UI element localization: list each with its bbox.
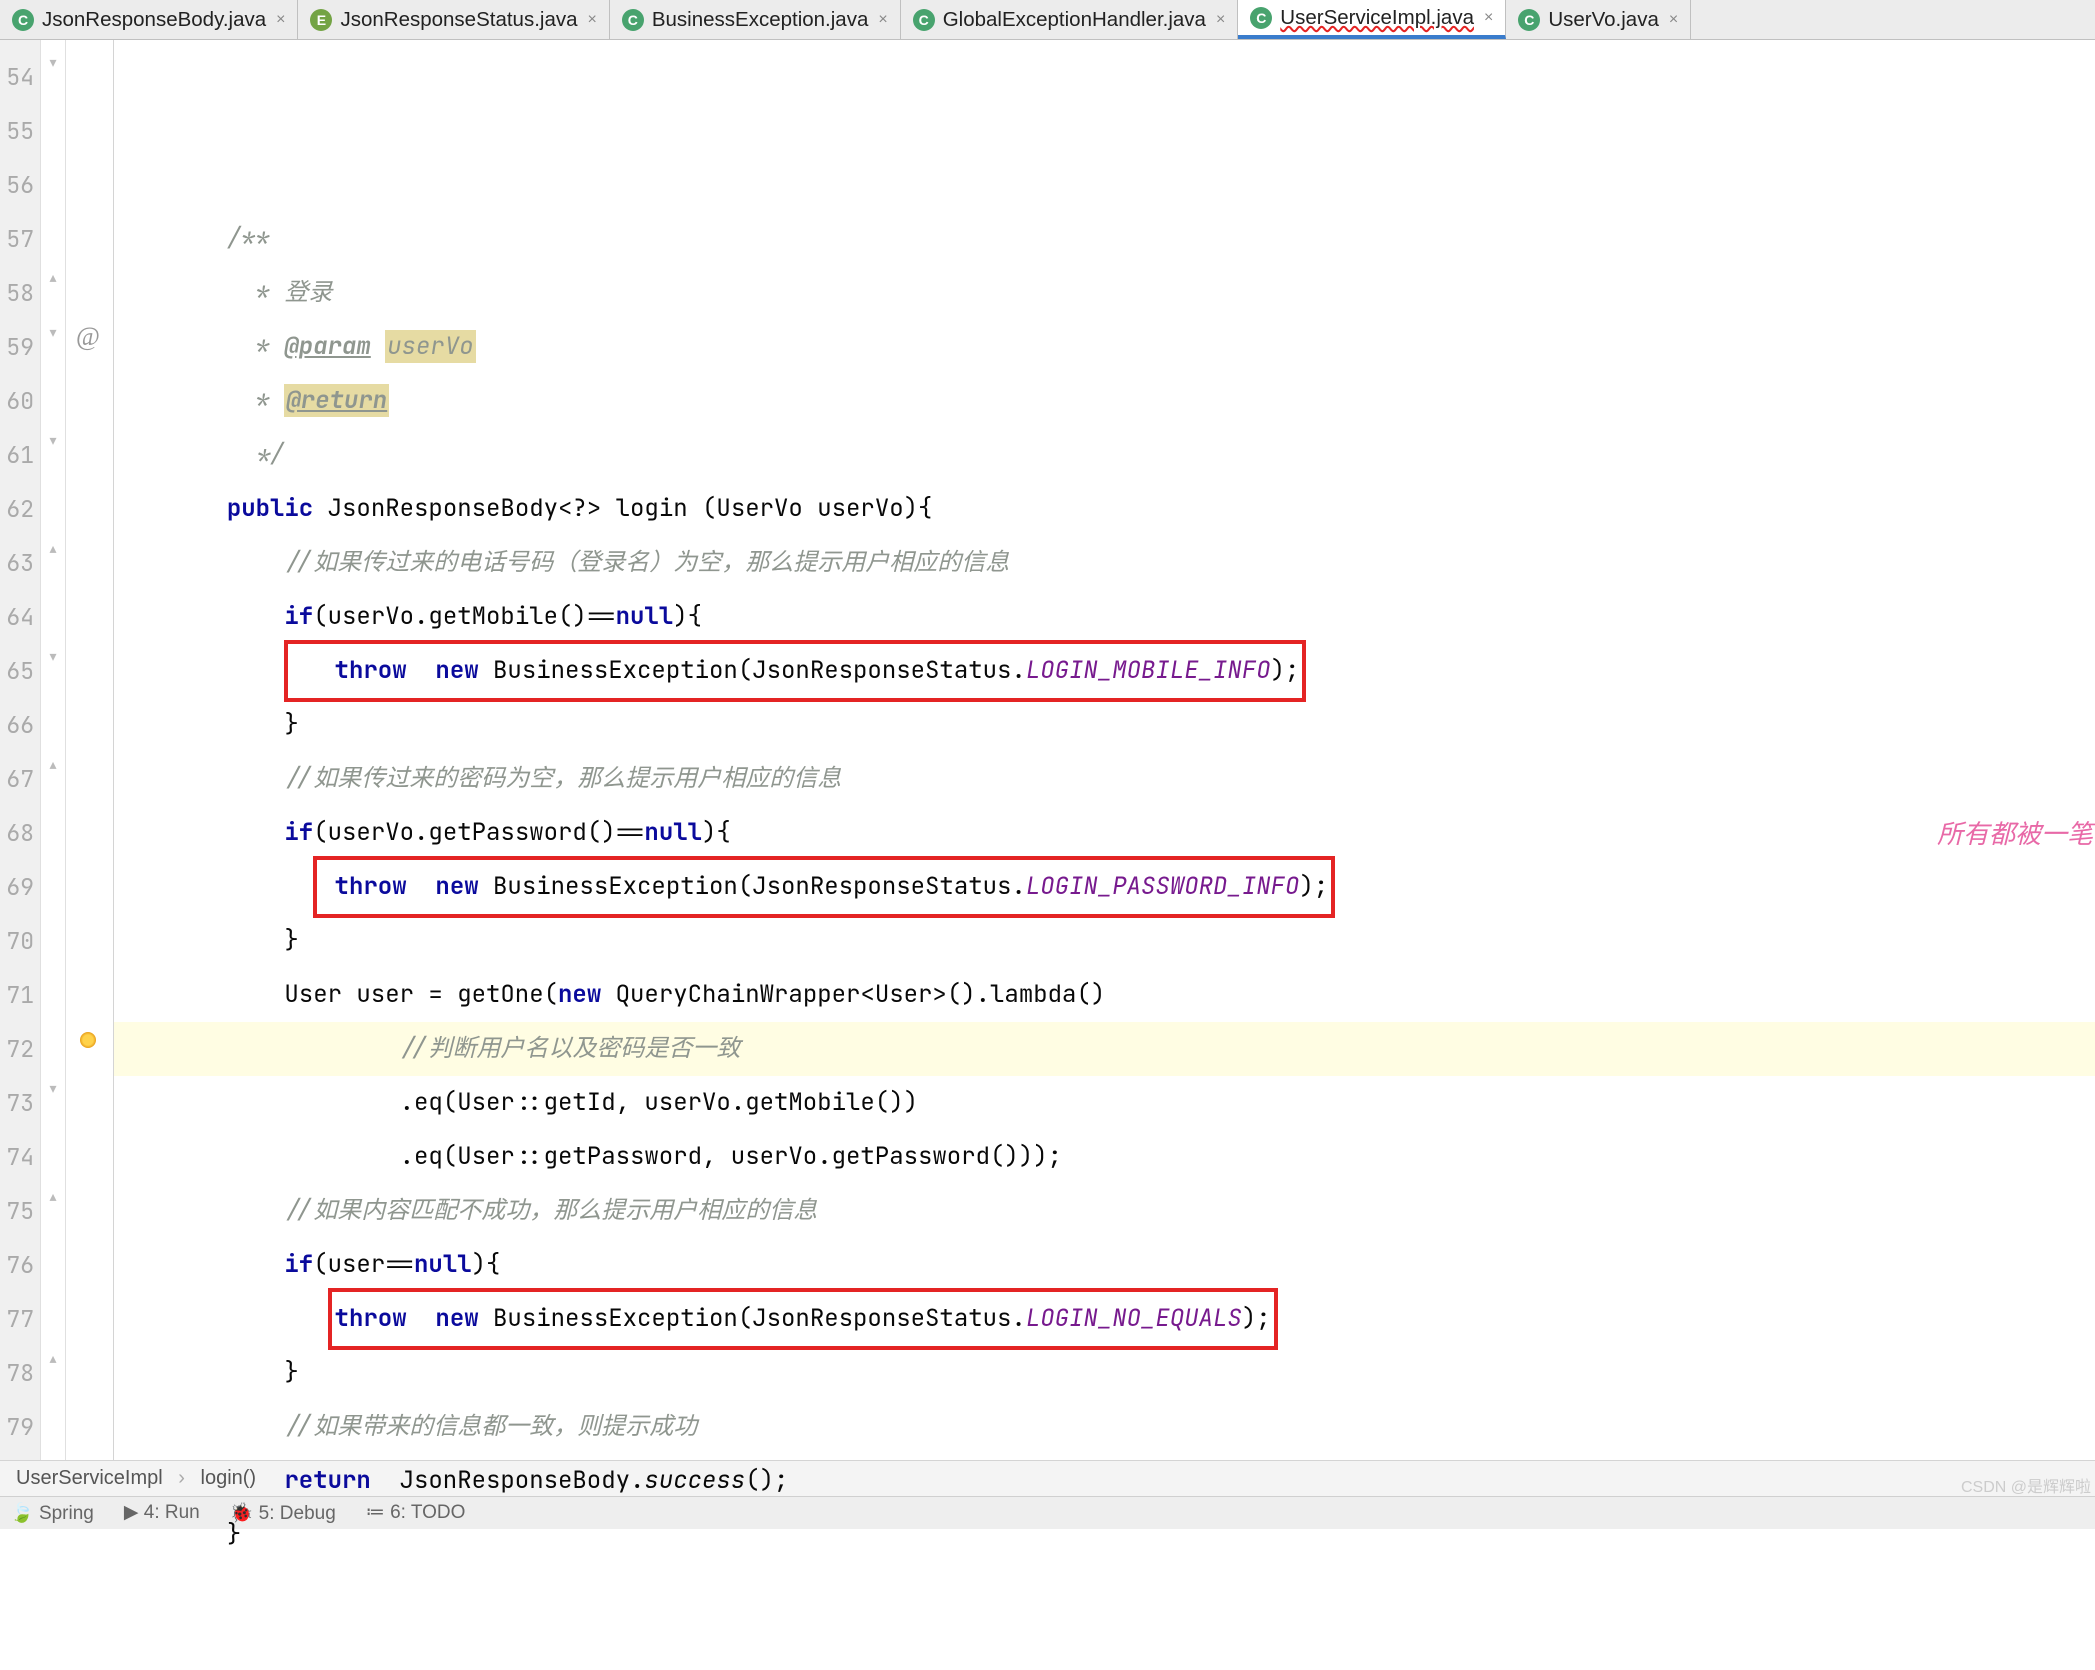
bulb-icon[interactable] (80, 1032, 96, 1048)
file-type-icon: C (1250, 7, 1272, 29)
code-line: /** (126, 223, 270, 254)
close-icon[interactable]: × (1216, 11, 1225, 29)
annotation-note: 所有都被一笔 (1937, 808, 2093, 862)
close-icon[interactable]: × (1484, 9, 1493, 27)
fold-icon[interactable]: ▾ (45, 324, 61, 340)
fold-icon[interactable]: ▴ (45, 540, 61, 556)
file-type-icon: E (310, 9, 332, 31)
code-line (126, 1573, 140, 1604)
close-icon[interactable]: × (878, 11, 887, 29)
code-line: .eq(User::getPassword, userVo.getPasswor… (126, 1141, 1062, 1172)
tab-label: UserServiceImpl.java (1280, 6, 1474, 30)
file-type-icon: C (12, 9, 34, 31)
code-line: //判断用户名以及密码是否一致 (126, 1033, 740, 1064)
code-line: */ (126, 439, 284, 470)
code-editor[interactable]: 所有都被一笔 /** * 登录 * @param userVo * @retur… (114, 40, 2095, 1460)
code-line: } (126, 925, 299, 956)
fold-icon[interactable]: ▾ (45, 54, 61, 70)
close-icon[interactable]: × (1669, 11, 1678, 29)
code-line: if(userVo.getMobile()==null){ (126, 601, 702, 632)
code-line: if(userVo.getPassword()==null){ (126, 817, 731, 848)
code-line: return JsonResponseBody.success(); (126, 1465, 788, 1496)
editor-tab[interactable]: C UserVo.java × (1506, 0, 1691, 39)
code-line: * 登录 (126, 277, 332, 308)
code-line: * @param userVo (126, 330, 476, 363)
tab-label: JsonResponseStatus.java (340, 8, 577, 32)
tab-label: UserVo.java (1548, 8, 1659, 32)
tab-label: BusinessException.java (652, 8, 869, 32)
tab-label: GlobalExceptionHandler.java (943, 8, 1206, 32)
fold-column: ▾ ▴ ▾ ▾ ▴ ▾ ▴ ▾ ▴ ▴ (40, 40, 66, 1460)
line-gutter: 5455565758596061626364656667686970717273… (0, 40, 40, 1460)
gutter-icons: @ (66, 40, 114, 1460)
fold-icon[interactable]: ▴ (45, 1350, 61, 1366)
code-line: //如果传过来的密码为空，那么提示用户相应的信息 (126, 763, 841, 794)
code-line: * @return (126, 384, 389, 417)
code-line: //如果传过来的电话号码（登录名）为空，那么提示用户相应的信息 (126, 547, 1009, 578)
watermark: CSDN @是辉辉啦 (1961, 1473, 2091, 1497)
editor-tab[interactable]: C GlobalExceptionHandler.java × (901, 0, 1239, 39)
editor-tab[interactable]: C JsonResponseBody.java × (0, 0, 298, 39)
file-type-icon: C (913, 9, 935, 31)
tab-label: JsonResponseBody.java (42, 8, 266, 32)
code-line: //如果内容匹配不成功，那么提示用户相应的信息 (126, 1195, 817, 1226)
fold-icon[interactable]: ▾ (45, 648, 61, 664)
file-type-icon: C (622, 9, 644, 31)
code-line: throw new BusinessException(JsonResponse… (126, 655, 1306, 686)
editor-tabs: C JsonResponseBody.java × E JsonResponseStat… (0, 0, 2095, 40)
code-line: //如果带来的信息都一致，则提示成功 (126, 1411, 697, 1442)
code-line: throw new BusinessException(JsonResponse… (126, 1303, 1278, 1334)
fold-icon[interactable]: ▴ (45, 1188, 61, 1204)
editor-tab[interactable]: E JsonResponseStatus.java × (298, 0, 609, 39)
editor-area: 5455565758596061626364656667686970717273… (0, 40, 2095, 1460)
highlight-box: throw new BusinessException(JsonResponse… (284, 640, 1306, 702)
close-icon[interactable]: × (588, 11, 597, 29)
editor-tab[interactable]: C BusinessException.java × (610, 0, 901, 39)
highlight-box: throw new BusinessException(JsonResponse… (313, 856, 1335, 918)
code-line: User user = getOne(new QueryChainWrapper… (126, 979, 1105, 1010)
code-line: .eq(User::getId, userVo.getMobile()) (126, 1087, 918, 1118)
code-line: } (126, 1357, 299, 1388)
code-line: } (126, 1519, 241, 1550)
fold-icon[interactable]: ▾ (45, 432, 61, 448)
editor-tab[interactable]: C UserServiceImpl.java × (1238, 0, 1506, 39)
fold-icon[interactable]: ▴ (45, 269, 61, 285)
code-line: } (126, 709, 299, 740)
override-icon[interactable]: @ (76, 322, 100, 352)
file-type-icon: C (1518, 9, 1540, 31)
code-line: public JsonResponseBody<?> login (UserVo… (126, 493, 932, 524)
fold-icon[interactable]: ▴ (45, 756, 61, 772)
code-line: throw new BusinessException(JsonResponse… (126, 871, 1335, 902)
code-line: if(user==null){ (126, 1249, 500, 1280)
close-icon[interactable]: × (276, 11, 285, 29)
fold-icon[interactable]: ▾ (45, 1080, 61, 1096)
highlight-box: throw new BusinessException(JsonResponse… (328, 1288, 1278, 1350)
spring-tool[interactable]: 🍃 Spring (10, 1501, 94, 1525)
